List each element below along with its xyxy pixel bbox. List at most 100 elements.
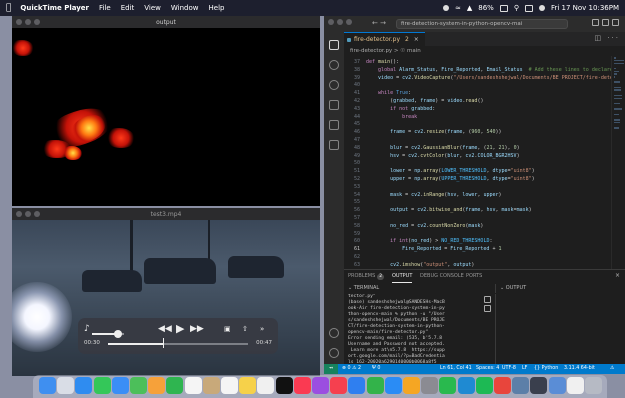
minimize-button[interactable] <box>337 19 343 25</box>
vscode-titlebar[interactable]: ← → fire-detection-system-in-python-open… <box>324 16 625 32</box>
audio-icon[interactable]: ▲ <box>467 4 472 12</box>
preview-icon[interactable] <box>512 377 530 394</box>
menu-window[interactable]: Window <box>171 4 199 12</box>
news-icon[interactable] <box>330 377 348 394</box>
tab-output[interactable]: OUTPUT <box>392 270 413 283</box>
mail-icon[interactable] <box>111 377 129 394</box>
more-options-icon[interactable]: » <box>260 323 264 335</box>
photos-icon[interactable] <box>148 377 166 394</box>
playhead[interactable] <box>162 338 164 348</box>
nav-back-forward[interactable]: ← → <box>372 19 386 27</box>
line-ending[interactable]: LF <box>522 364 527 374</box>
document-icon[interactable] <box>566 377 584 394</box>
python-interpreter[interactable]: 3.11.4 64-bit <box>564 364 595 374</box>
calendar-icon[interactable] <box>184 377 202 394</box>
chrome-icon[interactable] <box>494 377 511 394</box>
output-window-titlebar[interactable]: output <box>12 16 320 28</box>
close-button[interactable] <box>328 19 334 25</box>
output-view[interactable] <box>495 294 625 365</box>
tab-problems[interactable]: PROBLEMS 2 <box>348 270 385 282</box>
zoom-button[interactable] <box>34 19 40 25</box>
wifi-icon[interactable]: ≈ <box>455 4 461 12</box>
apple-menu-icon[interactable]:  <box>6 3 11 13</box>
messages-icon[interactable] <box>93 377 111 394</box>
terminal-icon[interactable] <box>484 296 491 303</box>
menu-help[interactable]: Help <box>209 4 225 12</box>
safari-icon[interactable] <box>75 377 93 394</box>
explorer-icon[interactable] <box>329 40 339 50</box>
output-header[interactable]: ⌄ OUTPUT <box>495 284 625 293</box>
music-icon[interactable] <box>293 377 311 394</box>
minimize-button[interactable] <box>25 211 31 217</box>
minimize-button[interactable] <box>25 19 31 25</box>
system-settings-icon[interactable] <box>421 377 439 394</box>
menubar-clock[interactable]: Fri 17 Nov 10:36PM <box>551 4 619 12</box>
line-number[interactable]: 63 <box>344 261 366 269</box>
zoom-button[interactable] <box>34 211 40 217</box>
app-menu-quicktime[interactable]: QuickTime Player <box>20 4 89 12</box>
video-window-titlebar[interactable]: test3.mp4 <box>12 208 320 220</box>
customize-layout-icon[interactable] <box>612 19 619 26</box>
xcode-icon[interactable] <box>403 377 420 394</box>
terminal-icon[interactable] <box>484 305 491 312</box>
launchpad-icon[interactable] <box>57 377 75 394</box>
keynote-icon[interactable] <box>348 377 366 394</box>
spotify-icon[interactable] <box>475 377 493 394</box>
command-center-search[interactable]: fire-detection-system-in-python-opencv-m… <box>396 19 568 29</box>
language-mode[interactable]: {} Python <box>534 364 558 374</box>
tab-debug-console[interactable]: DEBUG CONSOLE <box>420 270 464 282</box>
remote-indicator-icon[interactable]: ⥇ <box>324 364 338 374</box>
contacts-icon[interactable] <box>202 377 220 394</box>
play-icon[interactable]: ▶ <box>176 323 184 335</box>
source-control-icon[interactable] <box>329 80 339 90</box>
numbers-icon[interactable] <box>366 377 384 394</box>
finder-icon[interactable] <box>39 377 56 394</box>
tab-fire-detector[interactable]: fire-detector.py 2 × <box>344 32 425 46</box>
facetime-icon[interactable] <box>166 377 184 394</box>
cursor-position[interactable]: Ln 61, Col 41 <box>440 364 472 374</box>
timeline-scrubber[interactable] <box>108 343 248 345</box>
terminal-output[interactable]: tector.py" (base) sandeshshejwal@SANDESHs… <box>344 294 479 365</box>
close-button[interactable] <box>16 19 22 25</box>
extensions-icon[interactable] <box>329 120 339 130</box>
menu-view[interactable]: View <box>144 4 161 12</box>
share-icon[interactable]: ⇧ <box>242 323 248 335</box>
testing-icon[interactable] <box>329 140 339 150</box>
screen-record-icon[interactable] <box>443 5 449 11</box>
speaker-icon[interactable]: ♪ <box>84 323 90 335</box>
rewind-icon[interactable]: ◀◀ <box>158 323 172 335</box>
search-icon[interactable]: ⚲ <box>514 4 519 12</box>
search-icon[interactable] <box>329 60 339 70</box>
whatsapp-icon[interactable] <box>439 377 457 394</box>
app-store-icon[interactable] <box>384 377 402 394</box>
problems-status[interactable]: ⊗ 0 ⚠ 2 <box>342 364 361 374</box>
terminal-header[interactable]: ⌄ TERMINAL <box>344 284 479 293</box>
maps-icon[interactable] <box>130 377 147 394</box>
siri-icon[interactable] <box>538 5 545 11</box>
podcasts-icon[interactable] <box>312 377 329 394</box>
fast-forward-icon[interactable]: ▶▶ <box>190 323 204 335</box>
tab-ports[interactable]: PORTS <box>466 270 482 282</box>
trash-icon[interactable] <box>585 377 602 394</box>
battery-percent[interactable]: 86% <box>478 4 494 12</box>
tab-close-icon[interactable]: × <box>414 36 419 43</box>
run-debug-icon[interactable] <box>329 100 339 110</box>
indentation[interactable]: Spaces: 4 <box>476 364 499 374</box>
tv-icon[interactable] <box>275 377 293 394</box>
finder-window-icon[interactable] <box>548 377 566 394</box>
toggle-panel-icon[interactable] <box>602 19 609 26</box>
close-button[interactable] <box>16 211 22 217</box>
zoom-button[interactable] <box>346 19 352 25</box>
control-center-icon[interactable] <box>524 4 533 12</box>
menu-edit[interactable]: Edit <box>121 4 135 12</box>
manage-gear-icon[interactable] <box>329 348 339 358</box>
editor-actions[interactable]: ◫ ··· <box>594 34 620 42</box>
code-editor[interactable]: 37 def main(): 38 global Alarm_Status, Fir… <box>344 56 625 269</box>
volume-knob[interactable] <box>113 330 122 338</box>
minimap[interactable] <box>611 56 625 269</box>
panel-close-icon[interactable]: × <box>615 270 620 282</box>
quicktime-icon[interactable] <box>530 377 548 394</box>
reminders-icon[interactable] <box>221 377 238 394</box>
picture-in-picture-icon[interactable]: ▣ <box>224 323 231 335</box>
battery-icon[interactable] <box>499 4 508 12</box>
